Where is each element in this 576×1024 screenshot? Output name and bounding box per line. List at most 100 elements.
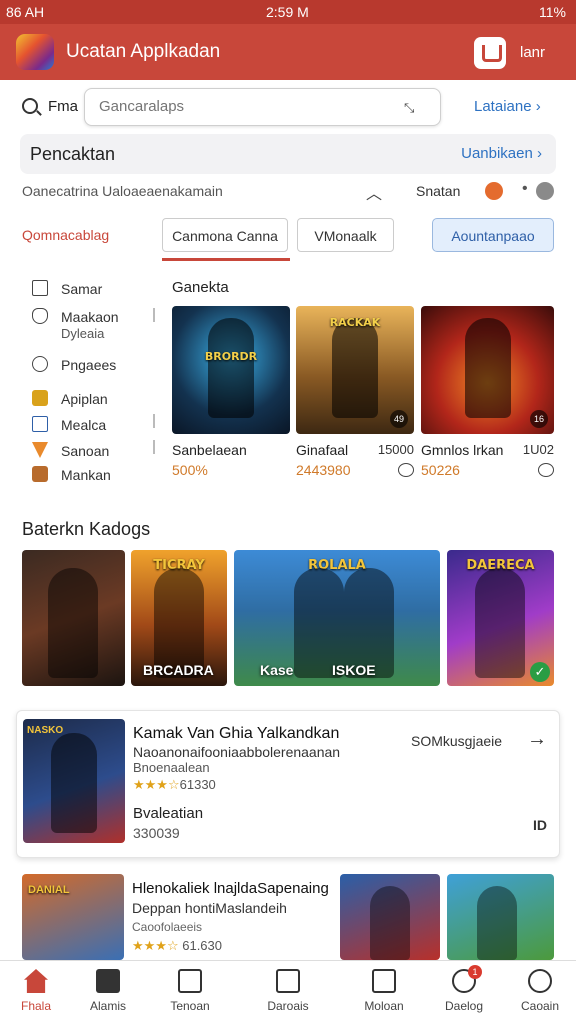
search-icon[interactable]: [22, 98, 38, 114]
chip-0[interactable]: Qomnacablag: [22, 218, 148, 252]
more-icon[interactable]: •: [522, 180, 528, 198]
row2-thumbnail[interactable]: [340, 874, 440, 960]
row2-rating-value: 61.630: [182, 938, 222, 953]
popular-title: Baterkn Kadogs: [22, 519, 151, 539]
nav-label: Alamis: [89, 999, 126, 1013]
sidebar-item-label: Mealca: [61, 417, 107, 433]
row2-title: Hlenokaliek lnajldaSapenaing: [132, 880, 329, 897]
nav-item-1[interactable]: Alamis: [72, 969, 144, 1013]
search-link[interactable]: Lataiane ›: [474, 98, 541, 115]
popular-image[interactable]: ROLALA Kase ISKOE: [234, 550, 440, 686]
game-artwork: BRORDR: [172, 306, 290, 434]
arrow-right-icon[interactable]: →: [527, 728, 547, 751]
game-card[interactable]: 16 Gmnlos lrkan 1U02 50226: [421, 306, 554, 478]
sidebar-divider: [153, 414, 155, 428]
featured-rating-value: 61330: [179, 777, 216, 792]
popular-caption: BRCADRA: [143, 662, 214, 678]
active-chip-underline: [162, 258, 290, 261]
featured-title: Kamak Van Ghia Yalkandkan: [133, 725, 340, 742]
mail-icon: [276, 969, 300, 993]
nav-item-6[interactable]: Caoain: [504, 969, 576, 1013]
featured-logo: NASKO: [27, 725, 64, 736]
sort-value[interactable]: Snatan: [416, 183, 460, 199]
game-badge: 16: [530, 410, 548, 428]
star-rating-icon: ★★★☆: [133, 777, 180, 792]
nav-item-4[interactable]: Moloan: [348, 969, 420, 1013]
sidebar-item-label: Maakaon: [61, 309, 119, 325]
popular-image[interactable]: TICRAY BRCADRA: [131, 550, 227, 686]
chip-3[interactable]: Aountanpaao: [432, 218, 554, 252]
featured-rating: ★★★☆61330: [133, 777, 216, 793]
game-name: Ginafaal: [296, 442, 349, 458]
status-bar: 86 AH 2:59 M 11%: [0, 0, 576, 24]
nav-item-home[interactable]: Fhala: [0, 969, 72, 1013]
featured-description: Naoanonaifooniaabbolerenaanan: [133, 744, 341, 760]
document-icon: [178, 969, 202, 993]
status-time: 2:59 M: [266, 4, 309, 20]
app-bar: Ucatan Applkadan lanr: [0, 24, 576, 80]
featured-right-text[interactable]: SOMkusgjaeie: [411, 733, 502, 749]
eye-icon[interactable]: [538, 463, 554, 477]
nav-item-2[interactable]: Tenoan: [154, 969, 226, 1013]
character-figure: [475, 568, 525, 678]
game-card[interactable]: RACKAK 49 Ginafaal 15000 2443980: [296, 306, 414, 478]
popular-image[interactable]: DAERECA ✓: [447, 550, 554, 686]
row2-thumbnail[interactable]: [447, 874, 554, 960]
row2-description-2: Caoofolaeeis: [132, 920, 203, 934]
app-title: Ucatan Applkadan: [66, 41, 221, 62]
status-battery: 11%: [539, 4, 566, 20]
nav-item-3[interactable]: Daroais: [252, 969, 324, 1013]
star-rating-icon: ★★★☆: [132, 938, 183, 953]
game-price: 50226: [421, 462, 460, 478]
inbox-icon: [96, 969, 120, 993]
chat-icon: 1: [452, 965, 482, 993]
app-action-label[interactable]: lanr: [520, 44, 545, 61]
row2-logo: DANIAL: [28, 884, 70, 896]
character-figure: [51, 733, 97, 833]
game-name: Gmnlos lrkan: [421, 442, 504, 458]
popular-image[interactable]: [22, 550, 125, 686]
nav-label: Daroais: [267, 999, 309, 1013]
game-card[interactable]: BRORDR Sanbelaean 500%: [172, 306, 290, 478]
popular-logo: ROLALA: [308, 558, 366, 573]
login-icon[interactable]: [474, 37, 506, 69]
settings-icon[interactable]: [536, 182, 554, 200]
nav-item-5[interactable]: 1 Daelog: [428, 965, 500, 1013]
character-figure: [465, 318, 511, 418]
featured-id: ID: [533, 817, 547, 833]
nav-label: Daelog: [444, 999, 484, 1013]
check-icon: ✓: [530, 662, 550, 682]
sidebar-item-label: Apiplan: [61, 391, 108, 407]
featured-card[interactable]: NASKO Kamak Van Ghia Yalkandkan Naoanona…: [16, 710, 560, 858]
search-box[interactable]: ⤡: [84, 88, 441, 126]
character-figure: [332, 318, 378, 418]
sidebar-item-sub: Dyleaia: [61, 326, 105, 341]
game-price: 500%: [172, 462, 208, 478]
brown-box-icon: [32, 466, 48, 482]
search-input[interactable]: [99, 98, 399, 115]
profile-icon: [528, 969, 552, 993]
game-logo: BRORDR: [204, 350, 258, 363]
section-link[interactable]: Uanbikaen ›: [461, 145, 542, 162]
home-icon: [24, 969, 48, 993]
calendar-icon: [32, 280, 48, 296]
chip-2[interactable]: VMonaalk: [297, 218, 394, 252]
nav-label: Moloan: [364, 999, 404, 1013]
game-price: 2443980: [296, 462, 351, 478]
popular-caption-left: Kase: [260, 662, 294, 678]
row2-artwork[interactable]: DANIAL: [22, 874, 124, 960]
filter-chips: Qomnacablag Canmona Canna VMonaalk Aount…: [0, 214, 576, 262]
row2-description: Deppan hontiMaslandeih: [132, 900, 287, 916]
square-icon: [32, 416, 48, 432]
voice-icon[interactable]: ⤡: [404, 101, 418, 115]
eye-icon[interactable]: [398, 463, 414, 477]
chip-1[interactable]: Canmona Canna: [162, 218, 288, 252]
chevron-up-icon[interactable]: ︿: [366, 180, 382, 204]
character-figure: [208, 318, 254, 418]
notification-icon[interactable]: [485, 182, 503, 200]
character-figure: [477, 886, 517, 960]
game-count: 1U02: [522, 442, 554, 457]
sidebar-item-label: Samar: [61, 281, 103, 297]
sort-label: Oanecatrina Ualoaeaenakamain: [22, 183, 223, 199]
game-count: 15000: [377, 442, 414, 457]
